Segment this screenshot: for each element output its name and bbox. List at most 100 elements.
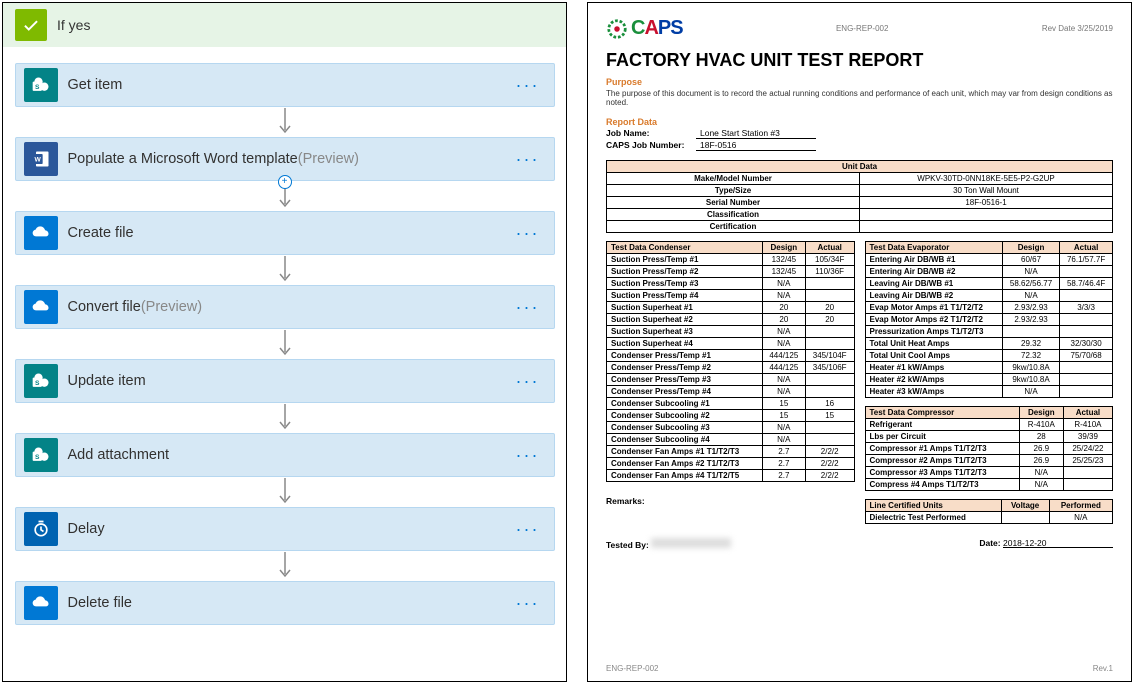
- step-menu-button[interactable]: ···: [510, 297, 546, 318]
- row-label: Suction Press/Temp #2: [607, 266, 763, 278]
- step-menu-button[interactable]: ···: [510, 223, 546, 244]
- step-label: Delete file: [68, 595, 132, 611]
- step-label: Get item: [68, 77, 123, 93]
- report-value: 18F-0516: [696, 140, 816, 151]
- flow-arrow[interactable]: [279, 551, 291, 581]
- table-row: Suction Superheat #22020: [607, 314, 855, 326]
- row-design: N/A: [762, 338, 805, 350]
- row-design: N/A: [1019, 467, 1063, 479]
- flow-step-delete-file[interactable]: Delete file ···: [15, 581, 555, 625]
- table-row: RefrigerantR-410AR-410A: [865, 419, 1113, 431]
- table-row: Leaving Air DB/WB #158.62/56.7758.7/46.4…: [865, 278, 1113, 290]
- table-row: Compressor #1 Amps T1/T2/T326.925/24/22: [865, 443, 1113, 455]
- row-label: Refrigerant: [865, 419, 1019, 431]
- table-row: Suction Superheat #3N/A: [607, 326, 855, 338]
- step-menu-button[interactable]: ···: [510, 75, 546, 96]
- step-menu-button[interactable]: ···: [510, 445, 546, 466]
- flow-step-add-attachment[interactable]: S Add attachment ···: [15, 433, 555, 477]
- svg-text:W: W: [34, 157, 41, 164]
- flow-step-create-file[interactable]: Create file···: [15, 211, 555, 255]
- row-design: 2.7: [762, 470, 805, 482]
- row-actual: [805, 386, 854, 398]
- row-design: 60/67: [1002, 254, 1059, 266]
- flow-step-get-item[interactable]: S Get item ···: [15, 63, 555, 107]
- evaporator-table: Test Data EvaporatorDesignActualEntering…: [865, 241, 1114, 398]
- table-row: Suction Superheat #4N/A: [607, 338, 855, 350]
- table-row: Condenser Subcooling #3N/A: [607, 422, 855, 434]
- row-actual: [1060, 290, 1113, 302]
- row-label: Compressor #2 Amps T1/T2/T3: [865, 455, 1019, 467]
- flow-step-convert-file[interactable]: Convert file(Preview)···: [15, 285, 555, 329]
- step-label: Add attachment: [68, 447, 170, 463]
- row-label: Heater #2 kW/Amps: [865, 374, 1002, 386]
- row-design: N/A: [762, 434, 805, 446]
- row-design: 9kw/10.8A: [1002, 362, 1059, 374]
- table-row: Lbs per Circuit2839/39: [865, 431, 1113, 443]
- row-design: N/A: [762, 278, 805, 290]
- table-row: Compress #4 Amps T1/T2/T3N/A: [865, 479, 1113, 491]
- flow-step-delay[interactable]: Delay···: [15, 507, 555, 551]
- sharepoint-icon: S: [24, 68, 58, 102]
- row-actual: 32/30/30: [1060, 338, 1113, 350]
- purpose-text: The purpose of this document is to recor…: [606, 89, 1113, 107]
- flow-arrow[interactable]: [279, 403, 291, 433]
- table-row: Pressurization Amps T1/T2/T3: [865, 326, 1113, 338]
- unit-val: 18F-0516-1: [860, 197, 1113, 209]
- row-label: Suction Superheat #4: [607, 338, 763, 350]
- row-design: 132/45: [762, 266, 805, 278]
- table-row: Compressor #3 Amps T1/T2/T3N/A: [865, 467, 1113, 479]
- step-menu-button[interactable]: ···: [510, 371, 546, 392]
- table-row: Entering Air DB/WB #2N/A: [865, 266, 1113, 278]
- line-cert-table: Line Certified UnitsVoltagePerformedDiel…: [865, 499, 1114, 524]
- row-design: 29.32: [1002, 338, 1059, 350]
- report-data-rows: Job Name:Lone Start Station #3CAPS Job N…: [606, 127, 1113, 152]
- flow-arrow[interactable]: [279, 477, 291, 507]
- footer-right: Rev.1: [1093, 664, 1113, 673]
- table-row: Leaving Air DB/WB #2N/A: [865, 290, 1113, 302]
- step-label: Populate a Microsoft Word template(Previ…: [68, 151, 359, 167]
- row-label: Pressurization Amps T1/T2/T3: [865, 326, 1002, 338]
- row-design: 2.7: [762, 446, 805, 458]
- row-actual: 16: [805, 398, 854, 410]
- flow-arrow[interactable]: [279, 255, 291, 285]
- row-design: 26.9: [1019, 443, 1063, 455]
- table-row: Suction Press/Temp #1132/45105/34F: [607, 254, 855, 266]
- row-label: Heater #1 kW/Amps: [865, 362, 1002, 374]
- row-design: 20: [762, 302, 805, 314]
- row-actual: 2/2/2: [805, 470, 854, 482]
- sharepoint-icon: S: [24, 438, 58, 472]
- footer-left: ENG-REP-002: [606, 664, 658, 673]
- row-design: N/A: [1019, 479, 1063, 491]
- logo-gear-icon: [606, 18, 628, 40]
- row-label: Condenser Fan Amps #4 T1/T2/T5: [607, 470, 763, 482]
- svg-text:S: S: [35, 454, 40, 461]
- table-row: Heater #2 kW/Amps9kw/10.8A: [865, 374, 1113, 386]
- row-design: 2.93/2.93: [1002, 302, 1059, 314]
- step-menu-button[interactable]: ···: [510, 593, 546, 614]
- unit-key: Serial Number: [607, 197, 860, 209]
- flow-arrow[interactable]: [279, 329, 291, 359]
- row-actual: 58.7/46.4F: [1060, 278, 1113, 290]
- step-menu-button[interactable]: ···: [510, 149, 546, 170]
- row-label: Heater #3 kW/Amps: [865, 386, 1002, 398]
- condition-header[interactable]: If yes: [3, 3, 566, 47]
- flow-arrow[interactable]: +: [279, 181, 291, 211]
- svg-text:S: S: [35, 84, 40, 91]
- flow-step-update-item[interactable]: SUpdate item···: [15, 359, 555, 403]
- row-design: 132/45: [762, 254, 805, 266]
- table-row: Condenser Subcooling #4N/A: [607, 434, 855, 446]
- row-label: Condenser Press/Temp #1: [607, 350, 763, 362]
- table-row: Condenser Fan Amps #4 T1/T2/T52.72/2/2: [607, 470, 855, 482]
- compressor-table: Test Data CompressorDesignActualRefriger…: [865, 406, 1114, 491]
- add-step-icon[interactable]: +: [278, 175, 292, 189]
- row-label: Condenser Fan Amps #1 T1/T2/T3: [607, 446, 763, 458]
- unit-key: Type/Size: [607, 185, 860, 197]
- flow-arrow[interactable]: [279, 107, 291, 137]
- row-actual: [1060, 326, 1113, 338]
- row-label: Suction Superheat #1: [607, 302, 763, 314]
- row-design: 15: [762, 398, 805, 410]
- step-menu-button[interactable]: ···: [510, 519, 546, 540]
- tested-by-value-redacted: [651, 538, 731, 548]
- table-row: Condenser Press/Temp #3N/A: [607, 374, 855, 386]
- table-row: Entering Air DB/WB #160/6776.1/57.7F: [865, 254, 1113, 266]
